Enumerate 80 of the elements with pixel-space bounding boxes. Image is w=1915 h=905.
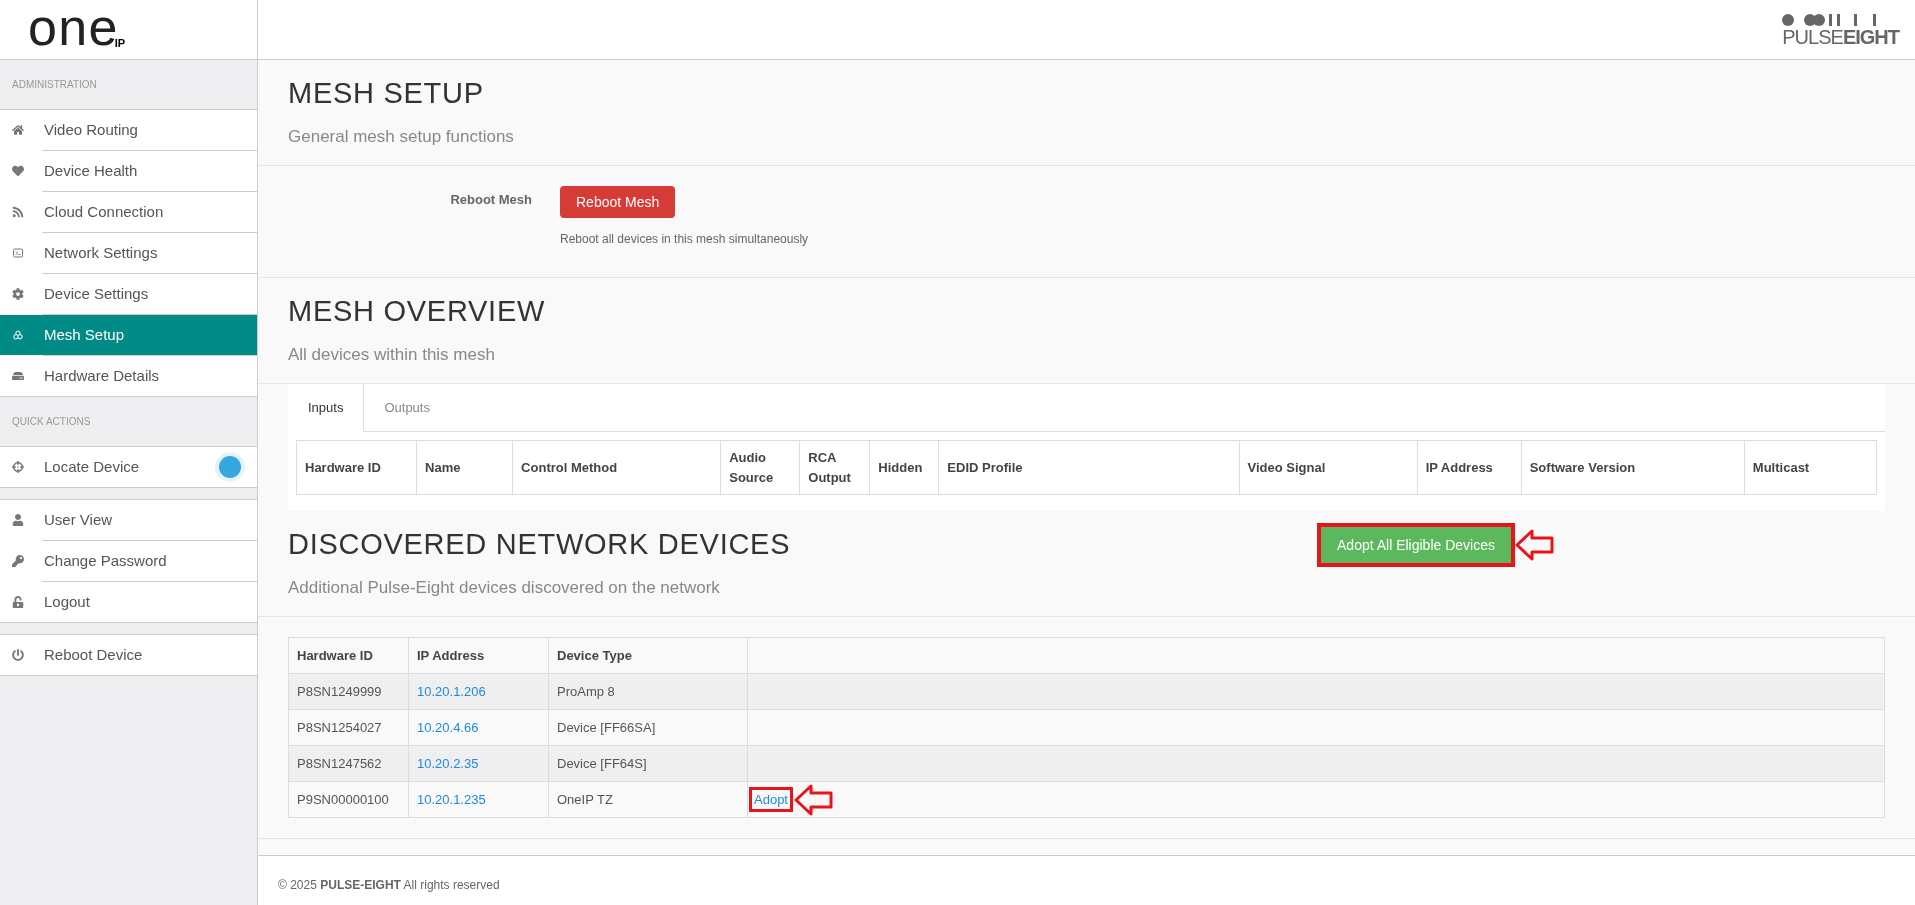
section-heading: QUICK ACTIONS [12,415,91,429]
sidebar-item[interactable]: Network Settings [0,233,257,273]
status-indicator[interactable] [219,456,241,478]
user-icon [12,514,24,526]
sidebar-item[interactable]: User View [0,500,257,540]
column-header: Device Type [548,637,748,674]
section-title: DISCOVERED NETWORK DEVICES [288,527,791,562]
drive-icon [12,370,24,382]
footer-text: © 2025 PULSE-EIGHT All rights reserved [278,878,500,892]
brand-left: PULSE [1782,26,1843,47]
sidebar-item[interactable]: Change Password [0,541,257,581]
section-subtitle: General mesh setup functions [288,125,514,148]
section-subtitle: Additional Pulse-Eight devices discovered on the network [288,576,721,599]
home-icon [12,124,24,136]
sidebar-label: Cloud Connection [44,201,165,222]
column-header: Software Version [1521,440,1745,495]
rss-icon [12,206,24,218]
section-heading: ADMINISTRATION [12,78,97,92]
arrow-icon [794,782,834,817]
table-cell: Device [FF64S] [548,745,748,782]
sidebar-label: Device Health [44,160,139,181]
sidebar-item[interactable]: Locate Device [0,447,257,487]
sidebar-label: Locate Device [44,456,141,477]
section-subtitle: All devices within this mesh [288,343,496,366]
column-header: Hardware ID [296,440,417,495]
column-header: Hardware ID [288,637,409,674]
sidebar-item[interactable]: Video Routing [0,110,257,150]
crosshair-icon [12,461,24,473]
heart-icon [12,165,24,177]
sidebar-label: Device Settings [44,283,150,304]
tab[interactable]: Outputs [364,384,450,432]
terminal-icon [12,247,24,259]
gear-icon [12,288,24,300]
help-text: Reboot all devices in this mesh simultaneously [560,231,809,248]
column-header: Multicast [1744,440,1877,495]
adopt-link[interactable]: Adopt [752,789,790,810]
column-header: IP Address [1417,440,1522,495]
sidebar-label: User View [44,509,114,530]
key-icon [12,555,24,567]
sidebar-label: Hardware Details [44,365,161,386]
sidebar-label: Change Password [44,550,168,571]
table-cell: OneIP TZ [548,781,748,818]
column-header: Control Method [512,440,721,495]
sidebar-item[interactable]: Device Health [0,151,257,191]
ip-link[interactable]: 10.20.4.66 [417,719,479,735]
table-cell: ProAmp 8 [548,673,748,710]
sidebar-item[interactable]: Device Settings [0,274,257,314]
arrow-icon [1515,528,1555,562]
brand-right: EIGHT [1842,26,1899,47]
column-header: Video Signal [1239,440,1418,495]
sidebar-item[interactable]: Cloud Connection [0,192,257,232]
sidebar-item[interactable]: Logout [0,582,257,622]
sidebar-label: Video Routing [44,119,139,140]
logo-sub: IP [114,36,126,51]
sidebar-label: Network Settings [44,242,159,263]
table-cell: P9SN00000100 [288,781,409,818]
sidebar-label: Mesh Setup [44,324,126,345]
table-cell: P8SN1247562 [288,745,409,782]
tab[interactable]: Inputs [288,384,365,432]
field-label: Reboot Mesh [449,191,533,209]
sidebar-item[interactable]: Mesh Setup [0,315,257,355]
column-header: IP Address [408,637,549,674]
section-title: MESH OVERVIEW [288,294,546,329]
section-title: MESH SETUP [288,76,485,111]
column-header: EDID Profile [938,440,1240,495]
sidebar-label: Logout [44,591,91,612]
column-header: Name [416,440,513,495]
table-cell: Device [FF66SA] [548,709,748,746]
mesh-icon [12,329,24,341]
sidebar-item[interactable]: Hardware Details [0,356,257,396]
table-cell: P8SN1254027 [288,709,409,746]
reboot-mesh-button[interactable]: Reboot Mesh [560,186,676,218]
column-header: Audio Source [720,440,800,495]
power-icon [12,649,24,661]
sidebar-label: Reboot Device [44,644,144,665]
sidebar-item[interactable]: Reboot Device [0,635,257,675]
table-cell: P8SN1249999 [288,673,409,710]
unlock-icon [12,596,24,608]
column-header: Hidden [869,440,939,495]
column-header: RCA Output [799,440,870,495]
